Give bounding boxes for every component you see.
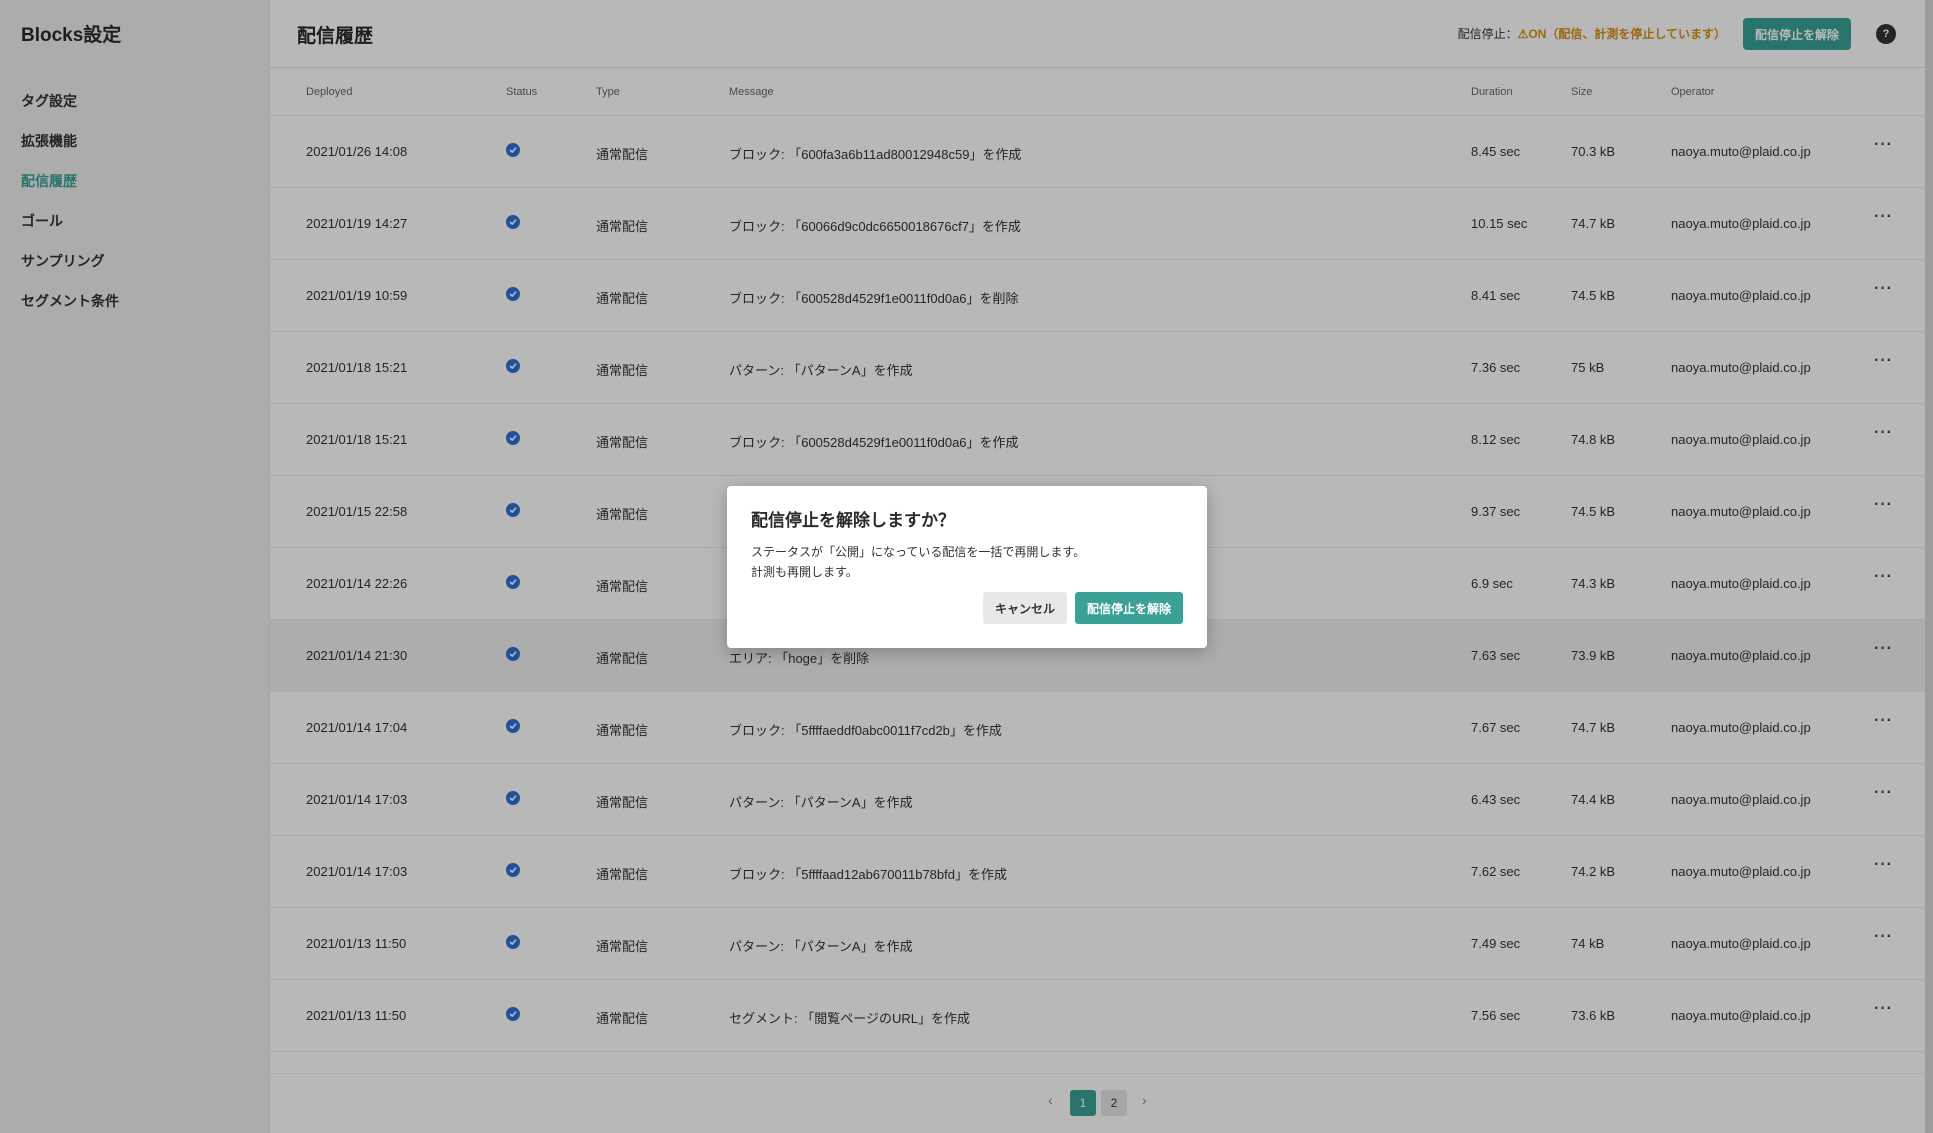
confirm-release-dialog: 配信停止を解除しますか？ ステータスが「公開」になっている配信を一括で再開します… <box>727 486 1207 648</box>
cancel-button[interactable]: キャンセル <box>983 592 1067 624</box>
dialog-body-line-1: ステータスが「公開」になっている配信を一括で再開します。 <box>751 545 1086 559</box>
dialog-title: 配信停止を解除しますか？ <box>751 511 955 530</box>
dialog-body: ステータスが「公開」になっている配信を一括で再開します。 計測も再開します。 <box>751 542 1085 582</box>
confirm-release-button[interactable]: 配信停止を解除 <box>1075 592 1183 624</box>
dialog-body-line-2: 計測も再開します。 <box>751 565 858 579</box>
